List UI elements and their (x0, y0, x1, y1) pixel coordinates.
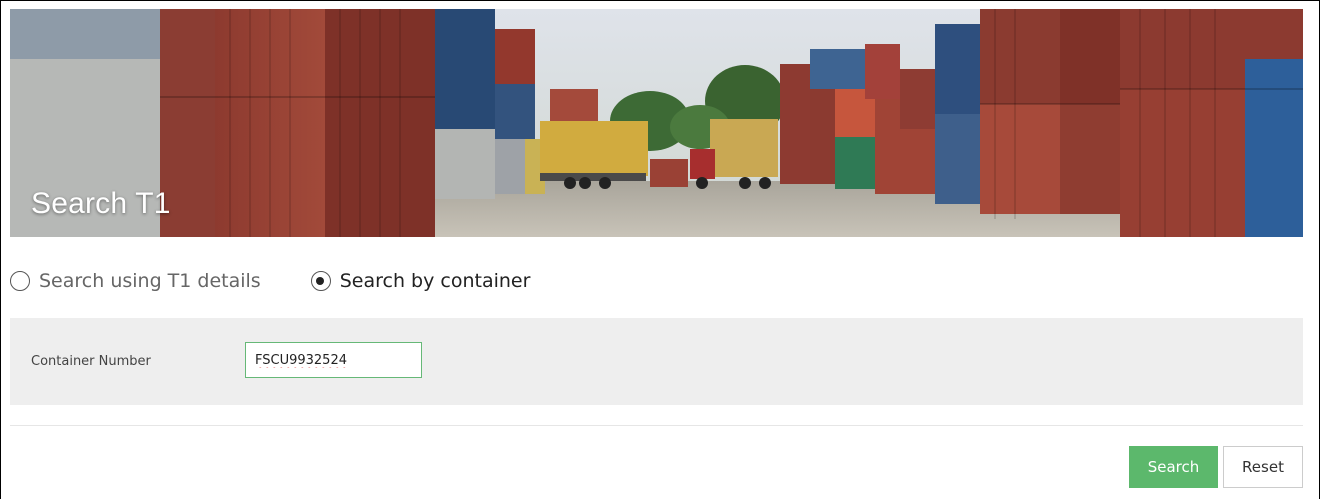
radio-search-by-container[interactable]: Search by container (310, 270, 531, 292)
form-divider (10, 425, 1303, 426)
container-number-input[interactable] (245, 342, 422, 378)
search-mode-group: Search using T1 details Search by contai… (10, 266, 530, 296)
radio-checked-icon[interactable] (310, 271, 331, 291)
search-button[interactable]: Search (1129, 446, 1218, 488)
container-search-form: Container Number (10, 318, 1303, 405)
search-banner: Search T1 (10, 9, 1303, 237)
radio-search-t1-details[interactable]: Search using T1 details (10, 270, 261, 292)
reset-button[interactable]: Reset (1223, 446, 1303, 488)
radio-unchecked-icon[interactable] (10, 271, 30, 291)
radio-label-t1-details: Search using T1 details (39, 270, 261, 292)
page-title: Search T1 (31, 187, 171, 220)
radio-label-by-container: Search by container (339, 270, 531, 292)
container-yard-image (10, 9, 1303, 237)
container-number-label: Container Number (31, 354, 151, 369)
